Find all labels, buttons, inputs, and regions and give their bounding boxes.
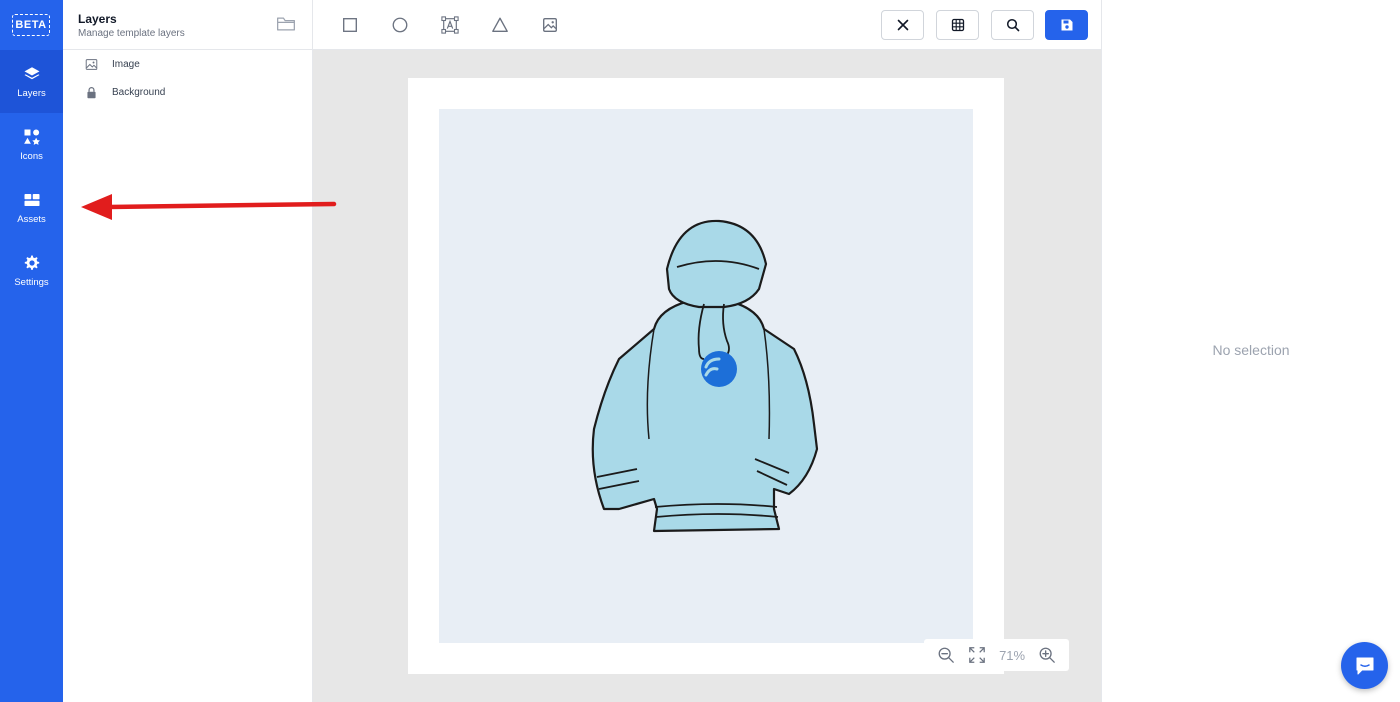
layers-icon bbox=[24, 66, 39, 79]
nav-item-label: Layers bbox=[17, 87, 46, 99]
layer-item-background[interactable]: Background bbox=[63, 78, 312, 106]
fit-screen-icon[interactable] bbox=[968, 646, 986, 664]
image-layer[interactable] bbox=[439, 109, 973, 643]
zoom-controls: 71% bbox=[924, 639, 1069, 671]
layer-label: Background bbox=[112, 86, 166, 98]
triangle-tool[interactable] bbox=[488, 13, 512, 37]
close-icon bbox=[897, 19, 908, 31]
grid-icon bbox=[951, 18, 964, 32]
rectangle-tool[interactable] bbox=[338, 13, 362, 37]
nav-item-settings[interactable]: Settings bbox=[0, 239, 63, 302]
search-button[interactable] bbox=[991, 10, 1034, 40]
nav-item-label: Assets bbox=[17, 213, 46, 225]
text-frame-icon bbox=[441, 16, 459, 34]
triangle-icon bbox=[492, 17, 508, 32]
zoom-in-icon[interactable] bbox=[1038, 646, 1056, 664]
chat-button[interactable] bbox=[1341, 642, 1388, 689]
nav-rail: BETA Layers Icons Assets Settings bbox=[0, 0, 63, 702]
toolbar bbox=[313, 0, 1101, 50]
chat-icon bbox=[1356, 657, 1373, 674]
rectangle-icon bbox=[343, 18, 357, 32]
nav-item-icons[interactable]: Icons bbox=[0, 113, 63, 176]
annotation-arrow bbox=[81, 194, 337, 220]
grid-button[interactable] bbox=[936, 10, 979, 40]
beta-badge: BETA bbox=[12, 14, 50, 36]
close-button[interactable] bbox=[881, 10, 924, 40]
zoom-level: 71% bbox=[999, 647, 1026, 663]
hoodie-image bbox=[591, 219, 819, 533]
search-icon bbox=[1006, 18, 1019, 32]
save-button[interactable] bbox=[1045, 10, 1088, 40]
nav-item-label: Settings bbox=[14, 276, 49, 288]
text-tool[interactable] bbox=[438, 13, 462, 37]
gear-icon bbox=[24, 255, 39, 270]
zoom-out-icon[interactable] bbox=[937, 646, 955, 664]
panel-header: Layers Manage template layers bbox=[63, 0, 312, 50]
layers-panel: Layers Manage template layers Image Back… bbox=[63, 0, 313, 702]
save-icon bbox=[1061, 19, 1072, 31]
image-tool[interactable] bbox=[538, 13, 562, 37]
artboard[interactable] bbox=[408, 78, 1004, 674]
assets-icon bbox=[24, 193, 39, 206]
shapes-icon bbox=[23, 129, 40, 145]
canvas-area[interactable]: 71% bbox=[313, 50, 1101, 702]
image-icon bbox=[543, 18, 557, 32]
image-icon bbox=[85, 58, 98, 70]
layer-label: Image bbox=[112, 58, 140, 70]
layer-item-image[interactable]: Image bbox=[63, 50, 312, 78]
circle-icon bbox=[392, 17, 408, 33]
folder-icon[interactable] bbox=[276, 15, 296, 33]
circle-tool[interactable] bbox=[388, 13, 412, 37]
properties-panel: No selection bbox=[1101, 0, 1400, 702]
nav-item-label: Icons bbox=[20, 150, 43, 162]
nav-item-layers[interactable]: Layers bbox=[0, 50, 63, 113]
empty-selection-text: No selection bbox=[1212, 342, 1290, 358]
nav-item-assets[interactable]: Assets bbox=[0, 176, 63, 239]
lock-icon[interactable] bbox=[85, 86, 98, 99]
